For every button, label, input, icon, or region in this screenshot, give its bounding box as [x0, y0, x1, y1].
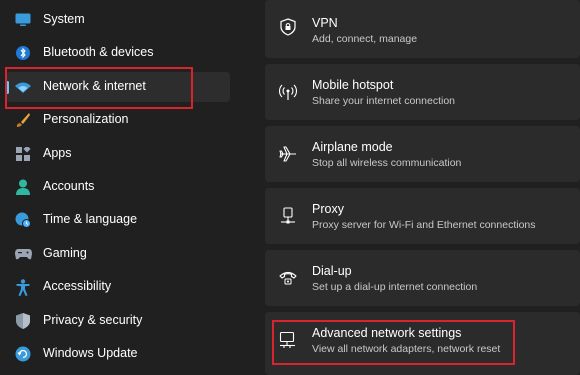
phone-icon [278, 268, 298, 288]
card-title: Mobile hotspot [312, 78, 394, 92]
sidebar-item-label: Gaming [43, 246, 87, 260]
monitor-icon [14, 11, 32, 29]
sidebar-item-label: Personalization [43, 112, 129, 126]
sidebar-item-label: Accessibility [43, 279, 112, 293]
sidebar-item-label: Network & internet [43, 79, 146, 93]
sidebar-item-label: Windows Update [43, 346, 138, 360]
network-monitor-icon [278, 330, 298, 350]
card-dial-up[interactable]: Dial-up Set up a dial-up internet connec… [265, 250, 580, 306]
card-description: Add, connect, manage [312, 33, 418, 45]
card-description: Set up a dial-up internet connection [312, 281, 478, 293]
sidebar-item-personalization[interactable]: Personalization [6, 105, 230, 135]
sidebar-item-label: Bluetooth & devices [43, 45, 154, 59]
sidebar-item-windows-update[interactable]: Windows Update [6, 339, 230, 369]
sidebar-item-time-language[interactable]: Time & language [6, 205, 230, 235]
bluetooth-icon [14, 44, 32, 62]
sidebar-item-label: Accounts [43, 179, 95, 193]
airplane-icon [278, 144, 298, 164]
card-description: Proxy server for Wi-Fi and Ethernet conn… [312, 219, 536, 231]
sidebar: System Bluetooth & devices Network & int… [0, 0, 240, 375]
sidebar-item-label: Time & language [43, 212, 138, 226]
paintbrush-icon [14, 111, 32, 129]
card-proxy[interactable]: Proxy Proxy server for Wi-Fi and Etherne… [265, 188, 580, 244]
sidebar-item-bluetooth[interactable]: Bluetooth & devices [6, 38, 230, 68]
sidebar-item-label: System [43, 12, 85, 26]
card-title: Advanced network settings [312, 326, 462, 340]
shield-icon [14, 312, 32, 330]
settings-window: System Bluetooth & devices Network & int… [0, 0, 580, 375]
update-icon [14, 345, 32, 363]
card-title: VPN [312, 16, 338, 30]
proxy-icon [278, 206, 298, 226]
sidebar-item-system[interactable]: System [6, 5, 230, 35]
globe-clock-icon [14, 211, 32, 229]
apps-icon [14, 145, 32, 163]
sidebar-item-gaming[interactable]: Gaming [6, 239, 230, 269]
hotspot-icon [278, 82, 298, 102]
sidebar-item-apps[interactable]: Apps [6, 139, 230, 169]
person-icon [14, 178, 32, 196]
card-description: Share your internet connection [312, 95, 456, 107]
sidebar-item-label: Privacy & security [43, 313, 143, 327]
card-vpn[interactable]: VPN Add, connect, manage [265, 0, 580, 58]
card-title: Dial-up [312, 264, 352, 278]
sidebar-item-network[interactable]: Network & internet [6, 72, 230, 102]
card-advanced-network-settings[interactable]: Advanced network settings View all netwo… [265, 312, 580, 375]
card-mobile-hotspot[interactable]: Mobile hotspot Share your internet conne… [265, 64, 580, 120]
sidebar-item-accounts[interactable]: Accounts [6, 172, 230, 202]
selection-indicator [6, 81, 9, 94]
sidebar-item-accessibility[interactable]: Accessibility [6, 272, 230, 302]
card-description: Stop all wireless communication [312, 157, 462, 169]
accessibility-icon [14, 278, 32, 296]
sidebar-item-label: Apps [43, 146, 72, 160]
card-description: View all network adapters, network reset [312, 343, 501, 355]
vpn-shield-icon [278, 17, 298, 37]
card-airplane-mode[interactable]: Airplane mode Stop all wireless communic… [265, 126, 580, 182]
gamepad-icon [14, 245, 32, 263]
wifi-icon [14, 78, 32, 96]
card-title: Airplane mode [312, 140, 393, 154]
card-title: Proxy [312, 202, 344, 216]
sidebar-item-privacy-security[interactable]: Privacy & security [6, 306, 230, 336]
